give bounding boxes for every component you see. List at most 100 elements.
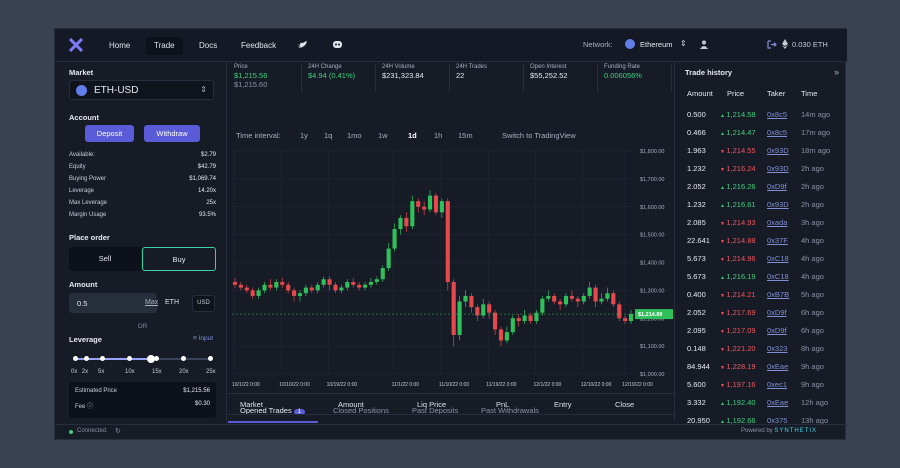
candle-body xyxy=(286,284,291,291)
candle-body xyxy=(487,304,492,313)
taker-link[interactable]: 0xC18 xyxy=(767,254,789,263)
usd-toggle[interactable]: USD xyxy=(192,295,215,312)
input-link[interactable]: ≡ Input xyxy=(193,335,213,342)
candle-body xyxy=(362,284,368,288)
timeframe-1w[interactable]: 1w xyxy=(378,131,388,140)
candle-body xyxy=(345,282,350,288)
candle-body xyxy=(522,315,527,322)
market-stat-label: Price xyxy=(234,64,248,70)
price-chart[interactable]: $1,800.00 $1,700.00 $1,600.00 $1,500.00 $1,4… xyxy=(228,147,674,392)
candle-body xyxy=(575,298,580,302)
y-tick-label: $1,000.00 xyxy=(640,372,664,378)
trade-price-value: 1,214.58 xyxy=(726,110,756,119)
leverage-step-dot[interactable] xyxy=(100,356,105,361)
col-amount: Amount xyxy=(338,400,364,409)
taker-link[interactable]: 0x323 xyxy=(767,344,787,353)
trade-time: 6h ago xyxy=(801,326,824,335)
sell-button[interactable]: Sell xyxy=(69,247,141,271)
max-link[interactable]: Max xyxy=(145,299,158,306)
candle-body xyxy=(546,295,551,299)
timeframe-1mo[interactable]: 1mo xyxy=(347,131,362,140)
taker-link[interactable]: 0x93D xyxy=(767,164,789,173)
taker-link[interactable]: 0xada xyxy=(767,218,787,227)
candle-body xyxy=(339,287,344,291)
logout-icon[interactable] xyxy=(767,40,777,49)
wallet-balance: 0.030 ETH xyxy=(792,40,828,49)
leverage-tick-label: 10x xyxy=(125,369,135,375)
taker-link[interactable]: 0xEae xyxy=(767,398,788,407)
candle-body xyxy=(274,282,279,288)
refresh-icon[interactable]: ↻ xyxy=(115,427,121,435)
trade-amount: 0.400 xyxy=(687,290,706,299)
candle-body xyxy=(386,248,391,269)
nav-trade[interactable]: Trade xyxy=(146,37,183,55)
trade-time: 2h ago xyxy=(801,200,824,209)
leverage-step-dot[interactable] xyxy=(83,356,89,361)
trade-price: ▼ 1,221.20 xyxy=(720,344,756,353)
user-icon[interactable] xyxy=(700,40,708,49)
timeframe-1h[interactable]: 1h xyxy=(434,131,442,140)
trade-price-value: 1,217.69 xyxy=(726,308,756,317)
taker-link[interactable]: 0xec1 xyxy=(767,380,787,389)
market-title: Market xyxy=(69,68,94,77)
amount-input[interactable]: 0.5 xyxy=(69,293,157,313)
trade-history-row: 2.095 ▼ 1,217.09 0xD9f 6h ago xyxy=(675,322,848,339)
leverage-step-dot[interactable] xyxy=(73,356,78,361)
status-dot xyxy=(69,430,73,434)
leverage-slider-handle[interactable] xyxy=(146,355,155,363)
leverage-slider[interactable] xyxy=(73,355,213,363)
amount-unit: ETH xyxy=(165,299,179,306)
trade-amount: 5.600 xyxy=(687,380,706,389)
taker-link[interactable]: 0xD9f xyxy=(767,326,787,335)
active-tab-indicator xyxy=(228,421,318,423)
candle-body xyxy=(244,287,249,291)
taker-link[interactable]: 0xB7B xyxy=(767,290,789,299)
market-stat-label: Funding Rate xyxy=(604,64,641,70)
trade-amount: 5.673 xyxy=(687,254,706,263)
candle-body xyxy=(297,293,303,296)
candle-body xyxy=(587,287,592,296)
deposit-button[interactable]: Deposit xyxy=(85,125,134,142)
candle-body xyxy=(292,290,297,296)
timeframe-1d[interactable]: 1d xyxy=(408,131,417,140)
nav-feedback[interactable]: Feedback xyxy=(233,37,284,55)
trade-amount: 0.500 xyxy=(687,110,706,119)
taker-link[interactable]: 0x93D xyxy=(767,146,789,155)
chevron-updown-icon[interactable]: ⇕ xyxy=(680,39,687,48)
leverage-step-dot[interactable] xyxy=(181,356,186,361)
connection-status: Connected. xyxy=(77,428,108,434)
withdraw-button[interactable]: Withdraw xyxy=(144,125,200,142)
collapse-icon[interactable]: » xyxy=(834,67,839,77)
candle-body xyxy=(256,290,261,296)
leverage-step-dot[interactable] xyxy=(208,356,213,361)
taker-link[interactable]: 0xD9f xyxy=(767,308,787,317)
taker-link[interactable]: 0x93D xyxy=(767,200,789,209)
timeframe-1q[interactable]: 1q xyxy=(324,131,332,140)
logo-icon[interactable] xyxy=(69,38,83,52)
discord-icon[interactable] xyxy=(332,40,343,49)
nav-docs[interactable]: Docs xyxy=(191,37,225,55)
switch-tradingview-button[interactable]: Switch to TradingView xyxy=(502,131,576,140)
trade-history-title: Trade history xyxy=(685,68,733,77)
nav-home[interactable]: Home xyxy=(101,37,138,55)
trade-history-row: 0.500 ▲ 1,214.58 0x8c5 14m ago xyxy=(675,106,848,123)
trade-price-value: 1,217.09 xyxy=(726,326,756,335)
stat-available: Available: $2.79 xyxy=(69,152,216,158)
taker-link[interactable]: 0xEae xyxy=(767,362,788,371)
leverage-tick-label: 25x xyxy=(206,369,216,375)
market-stat-value: $4.94 (0.41%) xyxy=(308,71,356,80)
taker-link[interactable]: 0x8c5 xyxy=(767,110,787,119)
taker-link[interactable]: 0x8c5 xyxy=(767,128,787,137)
taker-link[interactable]: 0xD9f xyxy=(767,182,787,191)
candle-body xyxy=(599,298,604,302)
taker-link[interactable]: 0x37F xyxy=(767,236,788,245)
twitter-icon[interactable] xyxy=(297,40,308,49)
timeframe-1y[interactable]: 1y xyxy=(300,131,308,140)
buy-button[interactable]: Buy xyxy=(142,247,216,271)
taker-link[interactable]: 0xC18 xyxy=(767,272,789,281)
timeframe-15m[interactable]: 15m xyxy=(458,131,473,140)
market-select[interactable]: ETH-USD ⇕ xyxy=(69,80,214,100)
leverage-step-dot[interactable] xyxy=(154,356,159,361)
leverage-step-dot[interactable] xyxy=(127,356,132,361)
network-select[interactable]: Ethereum xyxy=(640,40,673,49)
